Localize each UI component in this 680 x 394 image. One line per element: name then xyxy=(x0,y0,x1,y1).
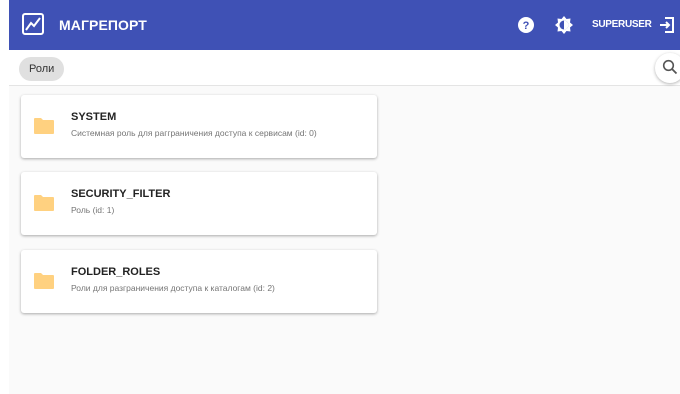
logout-icon[interactable] xyxy=(658,16,676,34)
role-description: Системная роль для рагграничения доступа… xyxy=(71,128,317,138)
role-name: SECURITY_FILTER xyxy=(71,188,171,200)
search-button[interactable] xyxy=(655,53,680,83)
app-header: МАГРЕПОРТ ? SUPERUSER xyxy=(9,0,680,50)
logo-chart-icon[interactable] xyxy=(21,12,45,36)
role-card-folder-roles[interactable]: FOLDER_ROLES Роли для разграничения дост… xyxy=(21,250,377,313)
app-title[interactable]: МАГРЕПОРТ xyxy=(59,17,147,33)
svg-text:?: ? xyxy=(523,20,530,32)
page: МАГРЕПОРТ ? SUPERUSER Роли SYSTEM Систем… xyxy=(0,0,680,394)
user-menu[interactable]: SUPERUSER xyxy=(592,19,652,30)
role-name: SYSTEM xyxy=(71,111,117,123)
search-icon xyxy=(662,59,678,75)
role-card-security-filter[interactable]: SECURITY_FILTER Роль (id: 1) xyxy=(21,172,377,235)
breadcrumb-bar: Роли xyxy=(9,50,680,86)
help-icon[interactable]: ? xyxy=(517,16,535,34)
role-description: Роли для разграничения доступа к каталог… xyxy=(71,283,275,293)
folder-icon xyxy=(33,117,55,135)
role-description: Роль (id: 1) xyxy=(71,205,115,215)
theme-toggle-icon[interactable] xyxy=(554,15,574,35)
role-name: FOLDER_ROLES xyxy=(71,266,161,278)
breadcrumb-roles[interactable]: Роли xyxy=(19,57,65,81)
role-card-system[interactable]: SYSTEM Системная роль для рагграничения … xyxy=(21,95,377,158)
folder-icon xyxy=(33,272,55,290)
left-strip xyxy=(0,0,9,394)
folder-icon xyxy=(33,194,55,212)
